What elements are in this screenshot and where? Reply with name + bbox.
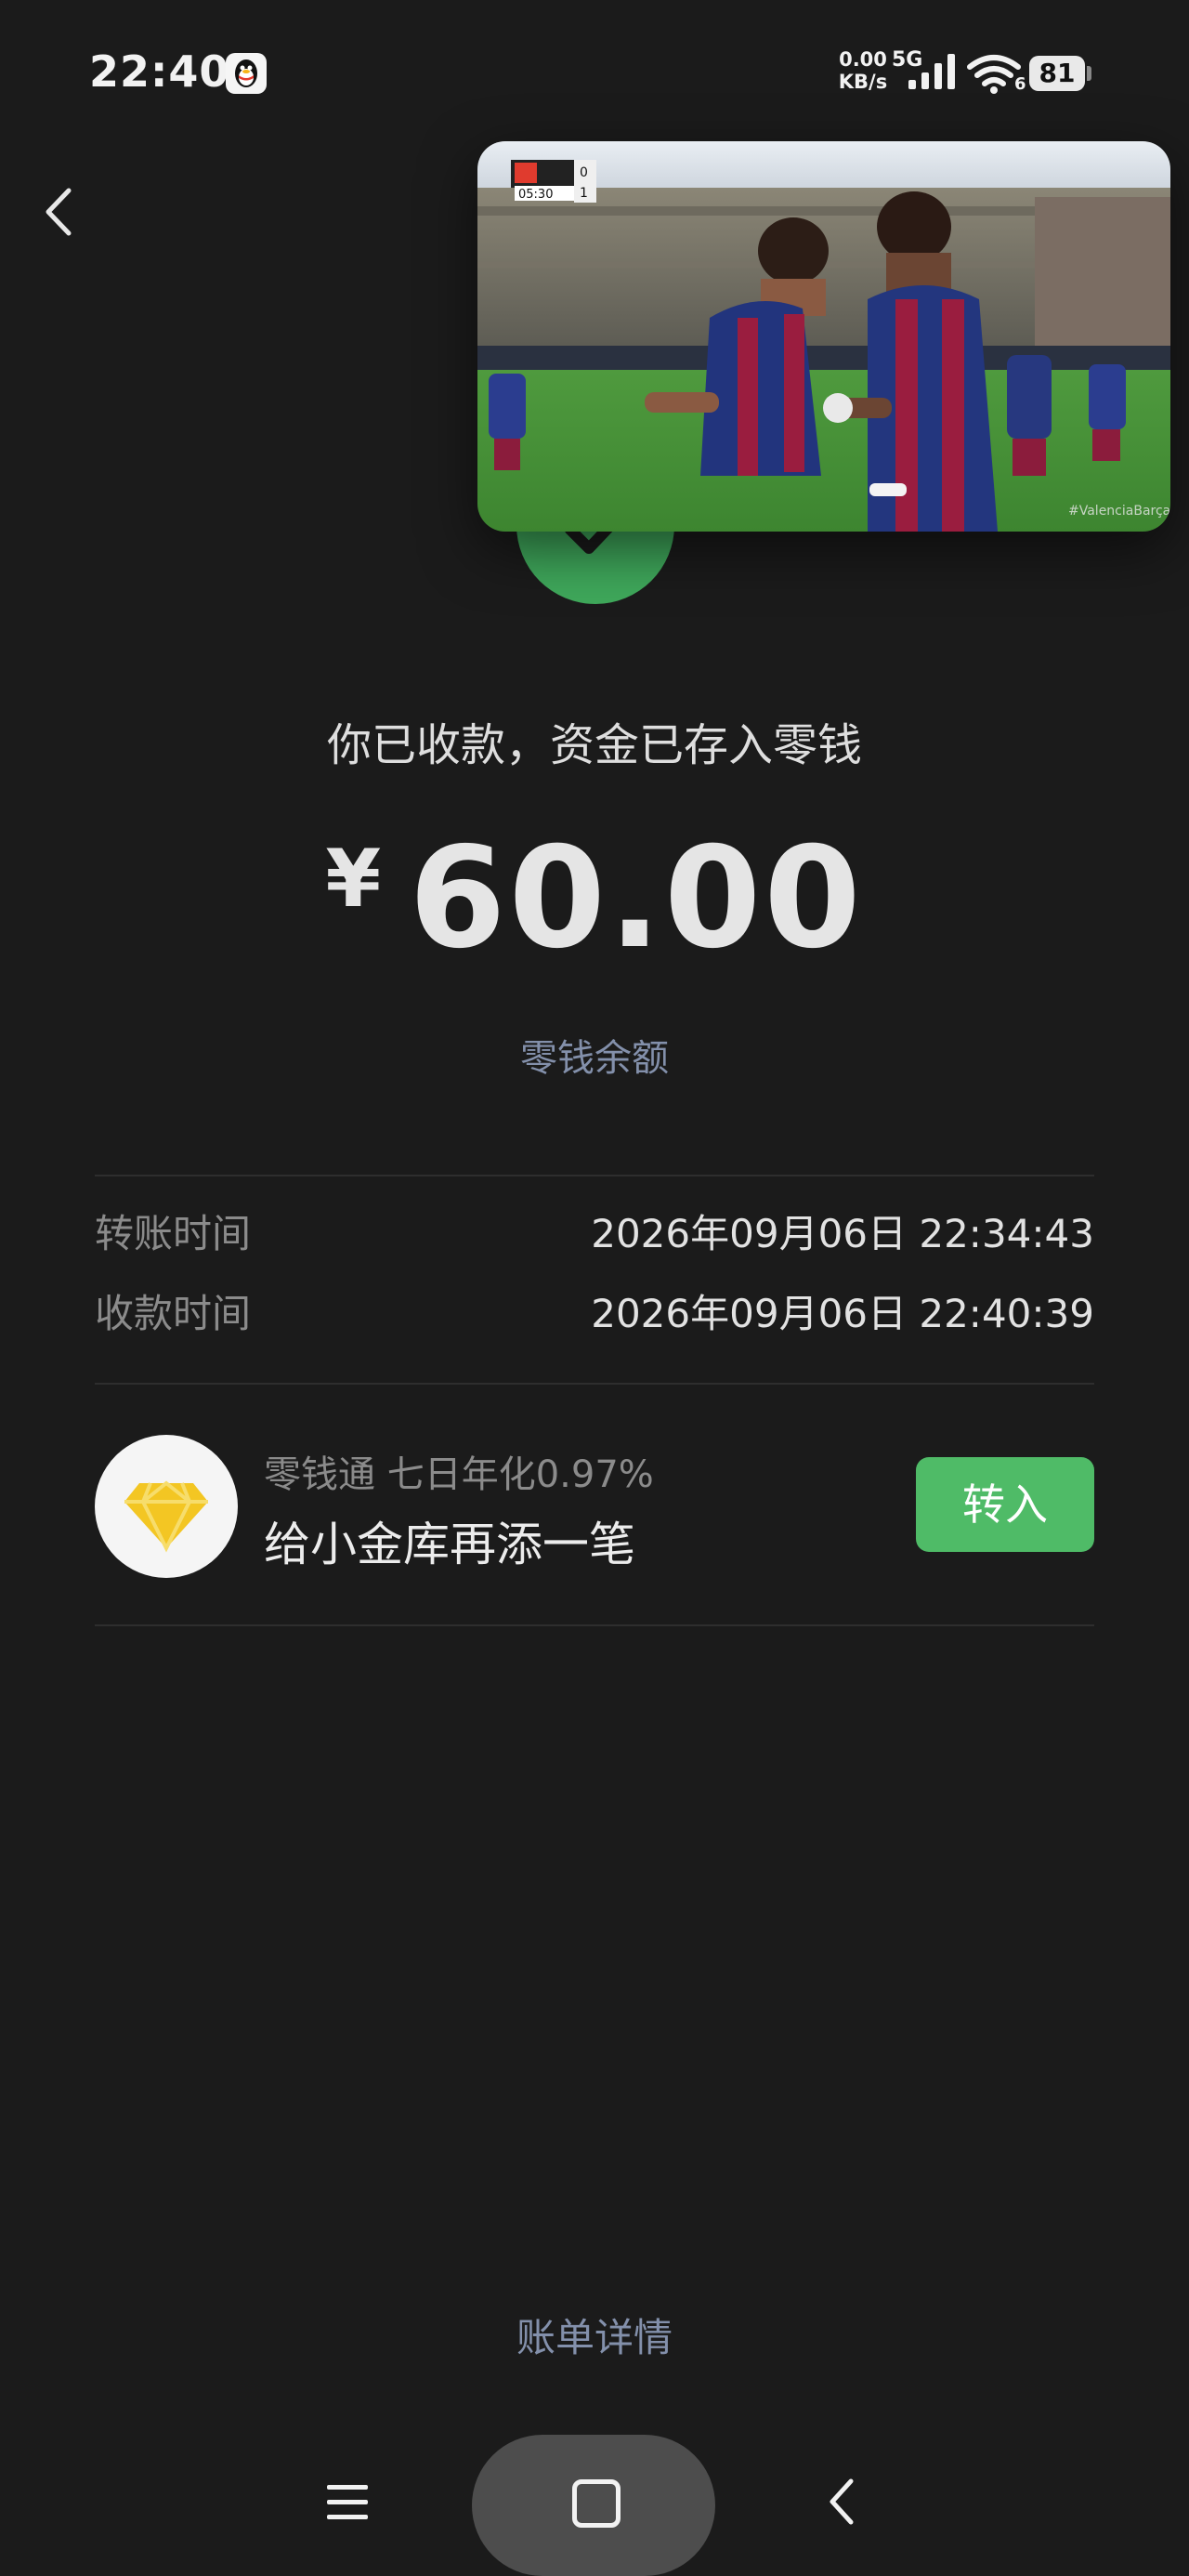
wifi-icon: 6 <box>966 54 1027 99</box>
network-speed-unit: KB/s <box>838 71 888 93</box>
battery-indicator: 81 <box>1029 56 1085 91</box>
chevron-left-icon <box>46 188 72 236</box>
promo-subtitle: 零钱通 七日年化0.97% <box>264 1453 654 1496</box>
score-away: 1 <box>580 186 588 201</box>
bill-details-link[interactable]: 账单详情 <box>0 2307 1189 2363</box>
diamond-icon <box>95 1435 238 1578</box>
back-button[interactable] <box>37 181 84 243</box>
recent-apps-button[interactable] <box>325 2479 370 2528</box>
network-speed-value: 0.00 <box>839 48 887 71</box>
scoreboard-time: 05:30 <box>518 188 553 202</box>
balance-link[interactable]: 零钱余额 <box>0 1028 1189 1082</box>
status-time: 22:40 <box>89 46 230 97</box>
currency-symbol: ¥ <box>325 833 382 926</box>
amount-display: ¥60.00 <box>0 818 1189 979</box>
network-speed: 0.00 KB/s <box>834 48 892 93</box>
cell-signal-icon <box>907 52 957 95</box>
transfer-in-button[interactable]: 转入 <box>916 1457 1094 1552</box>
promo-title: 给小金库再添一笔 <box>264 1518 635 1571</box>
divider <box>95 1624 1094 1626</box>
received-status-text: 你已收款，资金已存入零钱 <box>326 719 862 771</box>
video-frame: 05:30 0 1 #ValenciaBarça <box>477 141 1170 532</box>
score-home: 0 <box>580 165 588 180</box>
divider <box>95 1383 1094 1385</box>
wifi-label: 6 <box>1014 74 1026 94</box>
qq-notification-icon <box>226 53 267 94</box>
receive-time-value: 2026年09月06日 22:40:39 <box>591 1291 1094 1336</box>
broadcast-watermark: #ValenciaBarça <box>1068 504 1170 519</box>
transfer-time-value: 2026年09月06日 22:34:43 <box>591 1211 1094 1256</box>
battery-tip <box>1087 66 1091 81</box>
back-arrow-icon <box>830 2478 854 2525</box>
receive-time-label: 收款时间 <box>95 1291 252 1336</box>
transfer-time-label: 转账时间 <box>95 1211 252 1256</box>
menu-icon <box>327 2485 368 2519</box>
home-icon <box>572 2479 621 2528</box>
pip-video-player[interactable]: 05:30 0 1 #ValenciaBarça <box>477 141 1170 532</box>
divider <box>95 1175 1094 1176</box>
system-back-button[interactable] <box>825 2476 858 2531</box>
amount-value: 60.00 <box>409 818 864 979</box>
